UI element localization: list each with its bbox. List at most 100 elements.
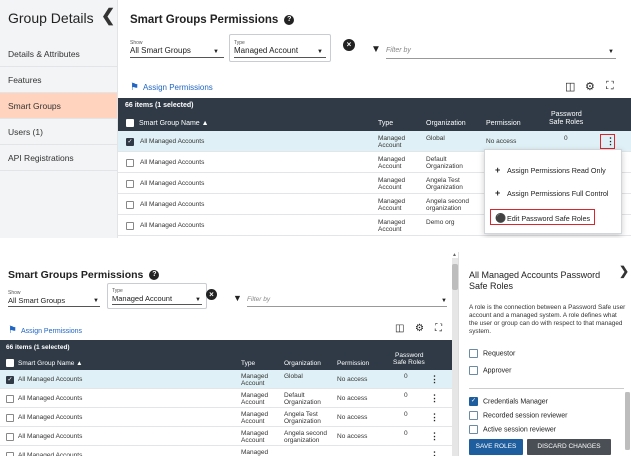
- cell-permission: No access: [337, 414, 368, 421]
- role-option[interactable]: Active session reviewer: [469, 425, 556, 434]
- table-row[interactable]: All Managed Accounts Managed Account Angel…: [0, 427, 452, 446]
- role-checkbox[interactable]: [469, 349, 478, 358]
- help-icon[interactable]: ?: [149, 270, 160, 281]
- menu-item-full-control[interactable]: + Assign Permissions Full Control: [495, 188, 608, 198]
- select-all-checkbox[interactable]: [126, 119, 134, 127]
- clear-icon[interactable]: ×: [343, 39, 355, 51]
- role-option[interactable]: Recorded session reviewer: [469, 411, 567, 420]
- pane-scrollbar[interactable]: [625, 392, 630, 450]
- role-label: Active session reviewer: [483, 426, 557, 434]
- caret-down-icon[interactable]: ▼: [213, 49, 219, 55]
- col-permission[interactable]: Permission: [486, 120, 521, 127]
- discard-changes-button[interactable]: DISCARD CHANGES: [527, 439, 611, 455]
- caret-down-icon[interactable]: ▼: [93, 298, 99, 304]
- role-option[interactable]: ✓ Credentials Manager: [469, 397, 548, 406]
- filter-icon[interactable]: ▼: [233, 293, 242, 303]
- filter-input[interactable]: Filter by: [386, 47, 411, 54]
- table-row[interactable]: All Managed Accounts Managed Account Defau…: [0, 389, 452, 408]
- role-option[interactable]: Approver: [469, 366, 511, 375]
- caret-down-icon[interactable]: ▼: [608, 49, 614, 55]
- cell-roles: 0: [404, 429, 408, 437]
- role-option[interactable]: Requestor: [469, 349, 515, 358]
- table-row[interactable]: All Managed Accounts Managed ⋮: [0, 446, 452, 456]
- sidebar-item[interactable]: Users (1): [0, 119, 117, 145]
- row-checkbox[interactable]: [6, 413, 14, 422]
- menu-item-read-only[interactable]: + Assign Permissions Read Only: [495, 165, 606, 175]
- save-roles-button[interactable]: SAVE ROLES: [469, 439, 523, 455]
- row-checkbox[interactable]: [126, 179, 134, 188]
- col-password-line1[interactable]: Password: [551, 111, 582, 118]
- columns-icon[interactable]: ◫: [565, 80, 575, 93]
- role-checkbox[interactable]: [469, 366, 478, 375]
- row-checkbox[interactable]: [6, 451, 14, 456]
- filter-icon[interactable]: ▼: [371, 44, 381, 55]
- fullscreen-icon[interactable]: ⛶: [435, 323, 442, 334]
- row-checkbox[interactable]: [126, 200, 134, 209]
- sidebar-item[interactable]: Features: [0, 67, 117, 93]
- row-checkbox[interactable]: [126, 158, 134, 167]
- cell-roles: 0: [404, 391, 408, 399]
- sidebar-item[interactable]: Details & Attributes: [0, 41, 117, 67]
- clear-icon[interactable]: ×: [206, 289, 217, 300]
- row-checkbox[interactable]: [126, 221, 134, 230]
- kebab-menu-icon[interactable]: ⋮: [430, 374, 439, 385]
- sidebar-item[interactable]: Smart Groups: [0, 93, 117, 119]
- cell-permission: No access: [337, 395, 368, 402]
- row-checkbox[interactable]: ✓: [6, 375, 14, 384]
- scroll-up-icon[interactable]: ▲: [452, 252, 457, 258]
- kebab-menu-icon[interactable]: ⋮: [430, 450, 439, 456]
- role-checkbox[interactable]: [469, 411, 478, 420]
- col-type[interactable]: Type: [241, 360, 255, 367]
- assign-permissions-link[interactable]: ⚑ Assign Permissions: [130, 82, 213, 93]
- type-underline: [112, 304, 202, 305]
- assign-permissions-link[interactable]: ⚑ Assign Permissions: [8, 325, 82, 336]
- role-checkbox[interactable]: [469, 425, 478, 434]
- col-smart-group-name[interactable]: Smart Group Name ▲: [18, 360, 83, 367]
- type-select[interactable]: Type Managed Account: [112, 288, 172, 304]
- page-title: Smart Groups Permissions?: [8, 269, 160, 281]
- col-organization[interactable]: Organization: [426, 120, 466, 127]
- cell-permission: No access: [486, 138, 517, 145]
- gear-icon[interactable]: ⚙: [415, 323, 424, 334]
- fullscreen-icon[interactable]: ⛶: [606, 80, 614, 93]
- item-count: 66 items (1 selected): [125, 102, 194, 109]
- col-smart-group-name[interactable]: Smart Group Name ▲: [139, 120, 209, 127]
- caret-down-icon[interactable]: ▼: [317, 49, 323, 55]
- cell-organization: Default Organization: [284, 391, 321, 406]
- row-checkbox[interactable]: [6, 432, 14, 441]
- filter-input[interactable]: Filter by: [247, 296, 270, 303]
- row-checkbox[interactable]: ✓: [126, 137, 134, 146]
- chevron-right-icon[interactable]: ❯: [619, 264, 629, 278]
- gear-icon[interactable]: ⚙: [585, 80, 595, 93]
- table-row[interactable]: ✓ All Managed Accounts Managed Account Glob…: [0, 370, 452, 389]
- chevron-left-icon[interactable]: ❮: [101, 6, 115, 26]
- cell-organization: Default Organization: [426, 155, 463, 170]
- cell-organization: Angela second organization: [284, 429, 328, 444]
- table-row[interactable]: All Managed Accounts Managed Account Angel…: [0, 408, 452, 427]
- pane-description: A role is the connection between a Passw…: [469, 304, 626, 335]
- col-password-line1[interactable]: Password: [395, 352, 424, 359]
- show-value: All Smart Groups: [8, 296, 66, 305]
- kebab-menu-icon[interactable]: ⋮: [430, 431, 439, 442]
- col-organization[interactable]: Organization: [284, 360, 321, 367]
- help-icon[interactable]: ?: [284, 14, 295, 25]
- cell-name: All Managed Accounts: [140, 222, 205, 229]
- sidebar-item[interactable]: API Registrations: [0, 145, 117, 171]
- col-password-line2[interactable]: Safe Roles: [393, 359, 425, 366]
- pane-scroll-thumb[interactable]: [625, 392, 630, 450]
- edit-roles-highlight: [490, 209, 595, 225]
- kebab-menu-icon[interactable]: ⋮: [430, 393, 439, 404]
- select-all-checkbox[interactable]: [6, 359, 14, 367]
- columns-icon[interactable]: ◫: [395, 323, 404, 334]
- show-select[interactable]: Show All Smart Groups: [8, 290, 65, 306]
- kebab-menu-icon[interactable]: ⋮: [430, 412, 439, 423]
- type-select[interactable]: Type Managed Account: [234, 40, 298, 56]
- col-type[interactable]: Type: [378, 120, 393, 127]
- caret-down-icon[interactable]: ▼: [441, 298, 447, 304]
- col-permission[interactable]: Permission: [337, 360, 369, 367]
- role-checkbox[interactable]: ✓: [469, 397, 478, 406]
- col-password-line2[interactable]: Safe Roles: [549, 119, 583, 126]
- show-select[interactable]: Show All Smart Groups: [130, 40, 191, 56]
- caret-down-icon[interactable]: ▼: [195, 297, 201, 303]
- row-checkbox[interactable]: [6, 394, 14, 403]
